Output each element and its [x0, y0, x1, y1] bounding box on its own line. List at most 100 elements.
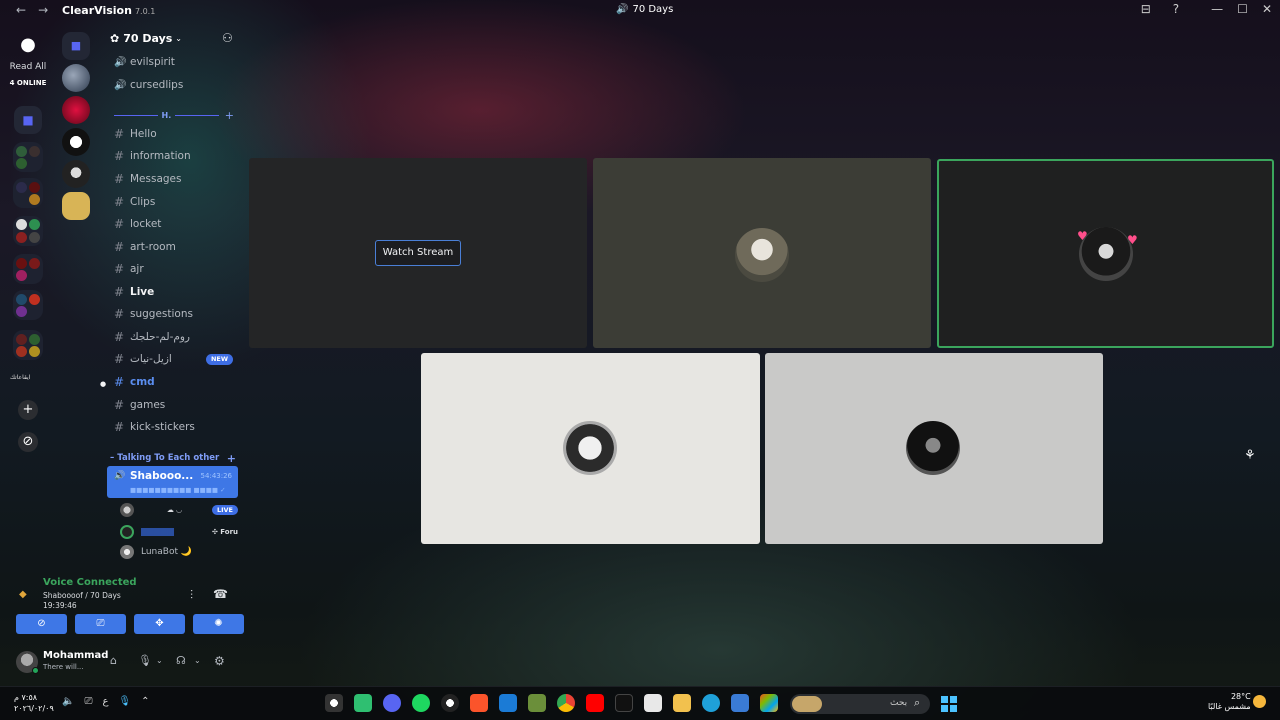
server-icon[interactable]: [62, 192, 90, 220]
read-all-button[interactable]: Read All: [0, 62, 56, 72]
voice-connected-path[interactable]: Shaboooof / 70 Days: [43, 591, 121, 600]
server-icon[interactable]: [62, 96, 90, 124]
microphone-tray-icon[interactable]: 🎙: [118, 696, 131, 707]
weather-widget[interactable]: 28°C مشمس غالبًا: [1208, 692, 1251, 712]
active-voice-channel[interactable]: 🔊 Shabooo... 54:43:26 ■■■■■■■■■■ ■■■■ ✓: [107, 466, 238, 498]
signal-icon[interactable]: ◆: [19, 589, 27, 600]
channel-label: Live: [130, 286, 155, 298]
text-channel-cmd[interactable]: # cmd: [114, 372, 238, 392]
maximize-button[interactable]: ☐: [1237, 2, 1248, 16]
spotify-app-icon[interactable]: [412, 694, 430, 712]
add-channel-icon[interactable]: +: [225, 109, 234, 122]
folder-icon[interactable]: ■: [62, 32, 90, 60]
soundboard-button[interactable]: ✺: [193, 614, 244, 634]
server-icon[interactable]: [62, 128, 90, 156]
companion-icon[interactable]: ⚘: [1244, 448, 1256, 463]
invite-people-icon[interactable]: ⚇: [222, 31, 233, 45]
add-channel-icon[interactable]: +: [227, 452, 236, 465]
server-folder-cluster[interactable]: [13, 178, 43, 208]
microphone-icon[interactable]: 🎙: [138, 654, 152, 667]
minecraft-app-icon[interactable]: [528, 694, 546, 712]
voice-channel-evilspirit[interactable]: 🔊 evilspirit: [114, 52, 238, 72]
server-folder-cluster[interactable]: [13, 254, 43, 284]
steam-app-icon[interactable]: [441, 694, 459, 712]
temperature: 28°C: [1230, 692, 1251, 701]
text-channel-kick-stickers[interactable]: # kick-stickers: [114, 417, 238, 437]
text-channel-suggestions[interactable]: # suggestions: [114, 304, 238, 324]
network-icon[interactable]: ⎚: [84, 696, 92, 707]
activities-button[interactable]: ✥: [134, 614, 185, 634]
text-channel-locket[interactable]: # locket: [114, 214, 238, 234]
headset-icon[interactable]: ☊: [176, 654, 186, 667]
language-indicator[interactable]: ع: [102, 696, 108, 707]
game-controller-icon[interactable]: ⌂: [110, 654, 117, 667]
screen-share-button[interactable]: ⎚: [75, 614, 126, 634]
participant-tile[interactable]: [421, 353, 760, 544]
brave-app-icon[interactable]: [470, 694, 488, 712]
settings-gear-icon[interactable]: ⚙: [214, 654, 225, 668]
voice-category-header[interactable]: – Talking To Each other +: [110, 452, 236, 465]
voice-user[interactable]: ☁ ◡ LIVE: [120, 501, 238, 519]
text-channel-live[interactable]: # Live: [114, 282, 238, 302]
close-button[interactable]: ✕: [1262, 2, 1272, 16]
noise-suppression-icon[interactable]: ⫶: [190, 588, 193, 603]
server-icon[interactable]: [62, 64, 90, 92]
text-channel-games[interactable]: # games: [114, 395, 238, 415]
discord-logo-icon[interactable]: ●: [14, 34, 42, 56]
app-icon[interactable]: [354, 694, 372, 712]
volume-icon[interactable]: 🔈: [62, 696, 74, 707]
participant-tile[interactable]: [593, 158, 931, 348]
explore-servers-icon[interactable]: ⊘: [18, 432, 38, 452]
category-header[interactable]: H. +: [114, 109, 234, 122]
back-arrow-icon[interactable]: ←: [16, 3, 26, 17]
server-icon[interactable]: [62, 160, 90, 188]
discord-app-icon[interactable]: [383, 694, 401, 712]
minimize-button[interactable]: —: [1211, 2, 1223, 16]
camera-button[interactable]: ⊘: [16, 614, 67, 634]
hash-icon: #: [114, 127, 125, 141]
tiktok-app-icon[interactable]: [615, 694, 633, 712]
store-app-icon[interactable]: [644, 694, 662, 712]
chrome-app-icon[interactable]: [557, 694, 575, 712]
text-channel-messages[interactable]: # Messages: [114, 169, 238, 189]
disconnect-icon[interactable]: ☎: [213, 587, 228, 601]
text-channel-clips[interactable]: # Clips: [114, 192, 238, 212]
participant-tile[interactable]: [765, 353, 1103, 544]
server-header[interactable]: ✿ 70 Days ⌄: [110, 29, 240, 47]
add-server-button[interactable]: +: [18, 400, 38, 420]
text-channel-arabic-1[interactable]: # روم-لم-حلجك: [114, 327, 238, 347]
youtube-app-icon[interactable]: [586, 694, 604, 712]
user-name[interactable]: Mohammad: [43, 650, 108, 661]
voice-connected-title[interactable]: Voice Connected: [43, 577, 137, 588]
server-folder-cluster[interactable]: [13, 330, 43, 360]
voice-user[interactable]: LunaBot 🌙: [120, 543, 238, 561]
edge-app-icon[interactable]: [702, 694, 720, 712]
text-channel-information[interactable]: # information: [114, 146, 238, 166]
server-folder-cluster[interactable]: [13, 290, 43, 320]
help-icon[interactable]: ?: [1173, 2, 1179, 16]
copilot-app-icon[interactable]: [760, 694, 778, 712]
file-explorer-icon[interactable]: [673, 694, 691, 712]
app-icon[interactable]: [325, 694, 343, 712]
server-folder-cluster[interactable]: [13, 142, 43, 172]
taskbar-search[interactable]: بحث ⌕: [790, 694, 930, 714]
system-clock[interactable]: ٧:٥٨ م ٢٠٢٦/٠٢/٠٩: [14, 692, 54, 714]
server-folder-cluster[interactable]: [13, 216, 43, 246]
mail-app-icon[interactable]: [731, 694, 749, 712]
voice-channel-cursedlips[interactable]: 🔊 cursedlips: [114, 75, 238, 95]
app-icon[interactable]: [499, 694, 517, 712]
forward-arrow-icon[interactable]: →: [38, 3, 48, 17]
inbox-icon[interactable]: ⊟: [1141, 2, 1151, 16]
voice-user[interactable]: ■■■■■ ✣ Foru: [120, 523, 238, 541]
text-channel-art-room[interactable]: # art-room: [114, 237, 238, 257]
server-label-icon[interactable]: ايقاعاتك: [10, 374, 30, 381]
server-folder-icon[interactable]: ■: [14, 106, 42, 134]
headset-options-chevron-icon[interactable]: ⌄: [194, 656, 201, 665]
tray-overflow-chevron-icon[interactable]: ⌃: [141, 696, 149, 707]
windows-start-icon[interactable]: [941, 696, 957, 712]
participant-tile-speaking[interactable]: ♥ ♥: [937, 159, 1274, 348]
text-channel-ajr[interactable]: # ajr: [114, 259, 238, 279]
mic-options-chevron-icon[interactable]: ⌄: [156, 656, 163, 665]
text-channel-hello[interactable]: # Hello: [114, 124, 238, 144]
watch-stream-button[interactable]: Watch Stream: [375, 240, 461, 266]
